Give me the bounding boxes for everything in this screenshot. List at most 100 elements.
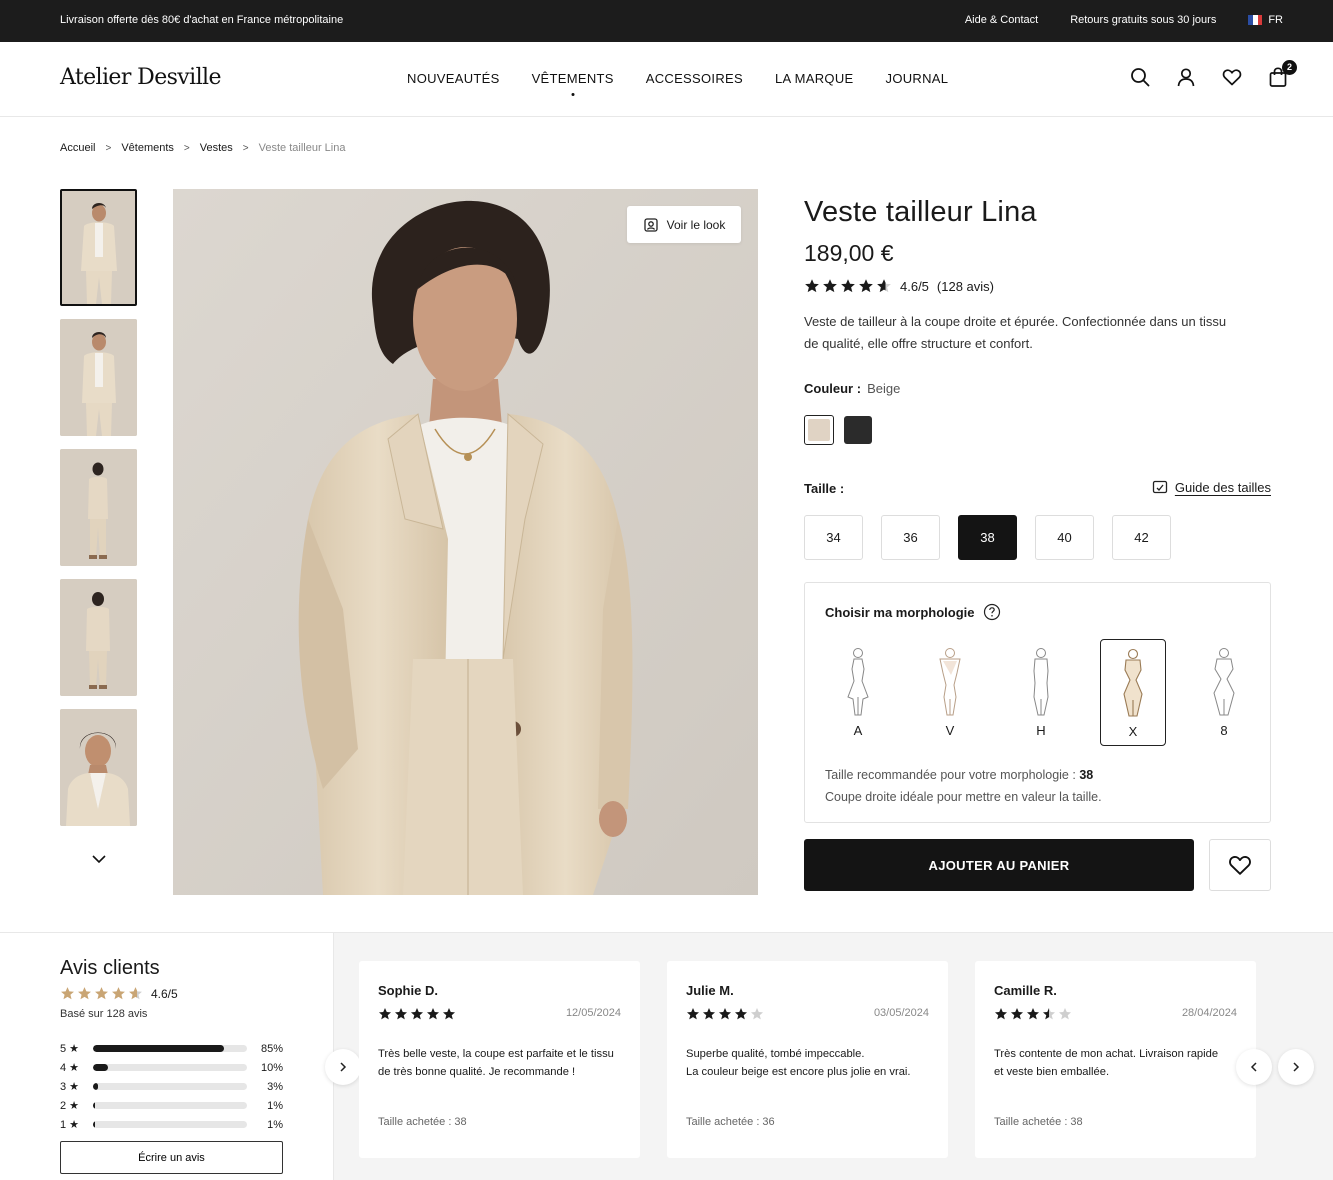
chevron-right-icon: > — [242, 142, 249, 154]
review-star-icon — [750, 1007, 764, 1021]
size-option-36[interactable]: 36 — [881, 515, 940, 560]
morphology-label-x: X — [1128, 724, 1138, 739]
language-label: FR — [1268, 14, 1283, 26]
reviews-count[interactable]: (128 avis) — [937, 279, 994, 294]
rating-bar-fill — [93, 1064, 109, 1071]
review-stars — [378, 1007, 456, 1021]
morphology-shape-8[interactable]: 8 — [1191, 639, 1257, 746]
review-card: Camille R. 28/04/2024 Très contente de mon… — [975, 961, 1256, 1158]
review-text-line: La couleur beige est encore plus jolie e… — [686, 1066, 911, 1078]
thumbnail-back[interactable] — [60, 579, 137, 696]
nav-item-accessoires[interactable]: ACCESSOIRES — [646, 71, 743, 86]
review-star-icon — [734, 1007, 748, 1021]
rating-bar-stars: 2 — [60, 1099, 67, 1112]
body-shape-a-icon — [847, 648, 869, 716]
review-date: 12/05/2024 — [565, 1007, 621, 1019]
account-icon[interactable] — [1175, 66, 1197, 88]
chevron-right-icon: > — [105, 142, 112, 154]
review-text: Superbe qualité, tombé impeccable. La cou… — [686, 1045, 936, 1081]
heart-icon — [1229, 856, 1251, 875]
language-selector[interactable]: FR — [1248, 14, 1283, 26]
product-rating[interactable]: 4.6/5 (128 avis) — [804, 278, 994, 294]
view-look-button[interactable]: Voir le look — [627, 206, 741, 243]
add-to-wishlist-button[interactable] — [1209, 839, 1271, 891]
rating-bar-pct: 10% — [260, 1061, 283, 1074]
rating-bar-track — [93, 1121, 247, 1128]
body-shape-h-icon — [1033, 648, 1049, 716]
rating-bar-label: 1 ★ — [60, 1118, 93, 1132]
morphology-shape-x[interactable]: X — [1100, 639, 1166, 746]
size-option-40[interactable]: 40 — [1035, 515, 1094, 560]
review-text: Très contente de mon achat. Livraison ra… — [994, 1045, 1244, 1081]
review-star-icon — [718, 1007, 732, 1021]
chevron-right-icon: > — [183, 142, 190, 154]
size-option-34[interactable]: 34 — [804, 515, 863, 560]
review-star-icon — [1010, 1007, 1024, 1021]
product-main-image[interactable] — [173, 189, 758, 895]
reviews-next-arrow-left[interactable] — [325, 1049, 361, 1085]
morphology-shape-a[interactable]: A — [825, 639, 891, 746]
size-guide-link[interactable]: Guide des tailles — [1152, 479, 1271, 495]
star-icon: ★ — [69, 1043, 79, 1055]
review-size-bought: Taille achetée : 38 — [994, 1116, 1083, 1128]
nav-item-journal[interactable]: JOURNAL — [886, 71, 949, 86]
write-review-button[interactable]: Écrire un avis — [60, 1141, 283, 1174]
chevron-right-icon — [1293, 1062, 1300, 1072]
morphology-shape-v[interactable]: V — [917, 639, 983, 746]
thumbnail-closeup[interactable] — [60, 709, 137, 826]
size-recommendation: Taille recommandée pour votre morphologi… — [825, 764, 1102, 808]
summary-star-icon — [128, 986, 143, 1001]
breadcrumb-vetements[interactable]: Vêtements — [121, 142, 174, 154]
thumbnail-front[interactable] — [60, 189, 137, 306]
rating-bar-label: 3 ★ — [60, 1080, 93, 1094]
body-shape-v-icon — [939, 648, 961, 716]
review-text-line: de très bonne qualité. Je recommande ! — [378, 1066, 576, 1078]
help-contact-link[interactable]: Aide & Contact — [965, 14, 1038, 26]
reviews-next-button[interactable] — [1278, 1049, 1314, 1085]
chevron-right-icon — [340, 1062, 347, 1072]
reviews-summary: Avis clients 4.6/5 Basé sur 128 avis 5 ★ 8… — [0, 933, 334, 1180]
brand-logo[interactable]: Atelier Desville — [60, 65, 221, 90]
add-to-cart-button[interactable]: AJOUTER AU PANIER — [804, 839, 1194, 891]
rating-bar-track — [93, 1064, 247, 1071]
header-actions: 2 — [1129, 60, 1297, 88]
product-star-icon — [876, 278, 892, 294]
chevron-down-icon[interactable] — [90, 850, 108, 868]
reviews-prev-button[interactable] — [1236, 1049, 1272, 1085]
color-value: Beige — [867, 381, 901, 396]
help-icon[interactable] — [983, 603, 1001, 621]
thumbnail-three-quarter[interactable] — [60, 319, 137, 436]
swatch-beige[interactable] — [804, 415, 834, 445]
rating-bar-track — [93, 1083, 247, 1090]
search-icon[interactable] — [1129, 66, 1151, 88]
review-text: Très belle veste, la coupe est parfaite … — [378, 1045, 628, 1081]
breadcrumb-vestes[interactable]: Vestes — [200, 142, 233, 154]
nav-item-vetements[interactable]: VÊTEMENTS — [532, 71, 614, 86]
ruler-icon — [1152, 480, 1168, 494]
nav-item-nouveautes[interactable]: NOUVEAUTÉS — [407, 71, 500, 86]
cart-count-badge: 2 — [1282, 60, 1297, 75]
review-star-icon — [1026, 1007, 1040, 1021]
swatch-black[interactable] — [844, 416, 872, 444]
size-option-42[interactable]: 42 — [1112, 515, 1171, 560]
size-option-38[interactable]: 38 — [958, 515, 1017, 560]
thumbnail-side[interactable] — [60, 449, 137, 566]
breadcrumb-current: Veste tailleur Lina — [258, 142, 346, 154]
review-star-icon — [702, 1007, 716, 1021]
breadcrumb-home[interactable]: Accueil — [60, 142, 95, 154]
review-card: Julie M. 03/05/2024 Superbe qualité, tombé… — [667, 961, 948, 1158]
rating-bar-row: 5 ★ 85% — [60, 1039, 284, 1058]
wishlist-icon[interactable] — [1221, 66, 1243, 88]
star-icon: ★ — [69, 1119, 79, 1131]
nav-item-la-marque[interactable]: LA MARQUE — [775, 71, 854, 86]
product-title: Veste tailleur Lina — [804, 196, 1037, 228]
cart-icon[interactable]: 2 — [1267, 60, 1297, 88]
morphology-panel: Choisir ma morphologie A V H X 8 Taille … — [804, 582, 1271, 823]
morphology-label-v: V — [945, 723, 955, 738]
morphology-shape-h[interactable]: H — [1008, 639, 1074, 746]
review-stars — [686, 1007, 764, 1021]
review-text-line: et veste bien emballée. — [994, 1066, 1110, 1078]
summary-star-icon — [60, 986, 75, 1001]
rating-bar-track — [93, 1045, 247, 1052]
review-card: Sophie D. 12/05/2024 Très belle veste, la … — [359, 961, 640, 1158]
